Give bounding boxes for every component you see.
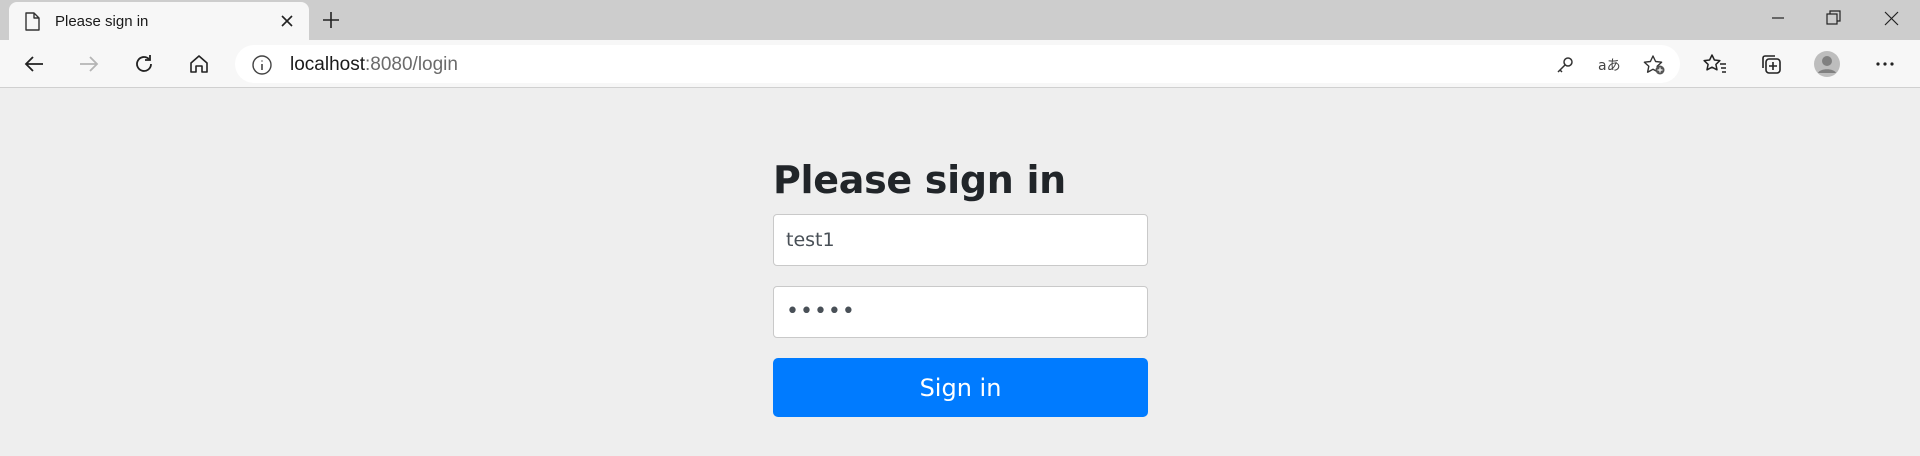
tab-title: Please sign in: [55, 13, 149, 30]
home-icon: [190, 55, 208, 73]
url-text: localhost:8080/login: [290, 54, 458, 76]
translate-icon[interactable]: aあ: [1597, 54, 1623, 76]
new-tab-icon[interactable]: [319, 8, 343, 32]
forward-button[interactable]: [74, 49, 104, 79]
collections-icon: [1762, 55, 1781, 74]
sign-in-button[interactable]: Sign in: [773, 358, 1148, 417]
settings-menu-button[interactable]: [1870, 49, 1900, 79]
username-input[interactable]: test1: [773, 214, 1148, 266]
address-bar[interactable]: localhost:8080/login aあ: [235, 45, 1680, 83]
refresh-icon: [136, 55, 152, 72]
restore-icon[interactable]: [1818, 6, 1848, 32]
back-arrow-icon: [24, 56, 43, 72]
favorites-button[interactable]: [1700, 49, 1730, 79]
page-title: Please sign in: [773, 158, 1066, 202]
tab-strip: Please sign in: [0, 0, 1920, 40]
svg-text:aあ: aあ: [1598, 58, 1621, 74]
close-tab-icon[interactable]: [277, 11, 297, 31]
avatar-icon: [1814, 51, 1840, 77]
back-button[interactable]: [19, 49, 49, 79]
home-button[interactable]: [184, 49, 214, 79]
password-input[interactable]: •••••: [773, 286, 1148, 338]
url-host: localhost: [290, 54, 365, 75]
collections-button[interactable]: [1756, 49, 1786, 79]
browser-toolbar: localhost:8080/login aあ: [0, 40, 1920, 88]
more-dots-icon: [1876, 62, 1894, 66]
info-icon[interactable]: [251, 54, 273, 76]
key-icon[interactable]: [1554, 54, 1576, 76]
forward-arrow-icon: [80, 56, 99, 72]
add-favorite-icon[interactable]: [1642, 54, 1666, 76]
login-form: Please sign in test1 ••••• Sign in: [773, 150, 1148, 417]
refresh-button[interactable]: [129, 49, 159, 79]
browser-tab[interactable]: Please sign in: [9, 2, 309, 40]
page-icon: [25, 12, 40, 31]
profile-button[interactable]: [1812, 49, 1842, 79]
minimize-icon[interactable]: [1763, 6, 1793, 32]
window-close-icon[interactable]: [1876, 6, 1906, 32]
url-path: :8080/login: [365, 54, 458, 75]
favorites-icon: [1703, 54, 1726, 73]
